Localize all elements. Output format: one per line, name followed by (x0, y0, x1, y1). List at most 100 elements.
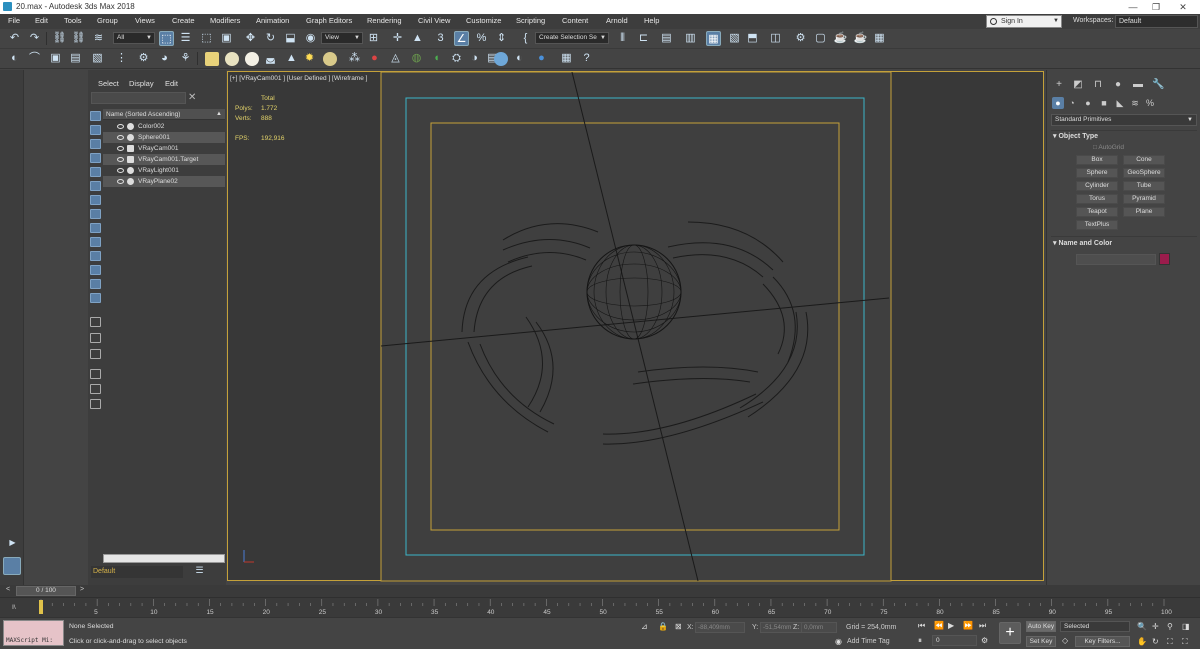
move-icon[interactable]: ✥ (243, 31, 258, 46)
vray-render-icon[interactable]: ▣ (48, 51, 63, 66)
modify-tab-icon[interactable]: ◩ (1072, 79, 1084, 91)
display-space-warps-icon[interactable] (90, 195, 101, 205)
orbit-icon[interactable]: ↻ (1152, 637, 1159, 646)
object-name-input[interactable] (1076, 254, 1156, 265)
vray-proxy-icon[interactable]: ● (367, 51, 382, 66)
minimize-button[interactable]: — (1122, 0, 1144, 14)
time-tag-icon[interactable]: ◉ (835, 637, 842, 646)
box-button[interactable]: Box (1076, 155, 1118, 165)
menu-group[interactable]: Group (97, 16, 118, 25)
viewport-layout-icon[interactable] (3, 557, 21, 575)
truck-icon[interactable]: ⛶ (1167, 637, 1173, 647)
schematic-view-icon[interactable]: ⬒ (745, 31, 760, 46)
eye-icon[interactable] (117, 124, 124, 129)
unlink-icon[interactable]: ⛓ (71, 31, 86, 46)
add-time-tag[interactable]: Add Time Tag (847, 638, 890, 645)
cameras-icon[interactable]: ■ (1098, 97, 1110, 109)
maximize-button[interactable]: ❐ (1145, 0, 1167, 14)
display-containers-icon[interactable] (90, 251, 101, 261)
vray-displacement-icon[interactable]: ◍ (409, 51, 424, 66)
scene-explorer-icon[interactable]: ▦ (706, 31, 721, 46)
vray-sun-light-icon[interactable]: ✹ (302, 51, 317, 66)
render-production-icon[interactable]: ☕ (833, 31, 848, 46)
vray-ambient-light-icon[interactable] (323, 52, 337, 66)
menu-content[interactable]: Content (562, 16, 588, 25)
window-crossing-icon[interactable]: ▣ (219, 31, 234, 46)
explorer-search-input[interactable] (91, 92, 186, 104)
layer-explorer-icon[interactable]: ▤ (659, 31, 674, 46)
go-to-end-icon[interactable]: ⏭ (979, 621, 986, 631)
display-cameras-icon[interactable] (90, 167, 101, 177)
key-options-icon[interactable]: ◇ (1062, 636, 1068, 645)
menu-rendering[interactable]: Rendering (367, 16, 402, 25)
eye-icon[interactable] (117, 135, 124, 140)
named-selection-select[interactable]: Create Selection Se ▼ (535, 32, 609, 44)
tube-button[interactable]: Tube (1123, 181, 1165, 191)
display-xrefs-icon[interactable] (90, 223, 101, 233)
display-hidden-icon[interactable] (90, 279, 101, 289)
layers-icon[interactable]: ☰ (192, 563, 207, 578)
vray-light-lister-icon[interactable]: ⚙ (136, 51, 151, 66)
previous-frame-icon[interactable]: ⏪ (934, 621, 944, 630)
sign-in-button[interactable]: Sign In ▼ (986, 15, 1062, 28)
display-shapes-icon[interactable] (90, 139, 101, 149)
vray-fur-icon[interactable]: ⁂ (347, 51, 362, 66)
vray-bitmap-icon[interactable]: ● (534, 51, 549, 66)
align-icon[interactable]: ⊏ (636, 31, 651, 46)
display-all-icon[interactable] (90, 293, 101, 303)
snaps-toggle-icon[interactable]: 3 (433, 31, 448, 46)
explorer-horizontal-scrollbar[interactable] (103, 554, 225, 563)
scale-icon[interactable]: ⬓ (283, 31, 298, 46)
menu-create[interactable]: Create (172, 16, 195, 25)
motion-tab-icon[interactable]: ● (1112, 79, 1124, 91)
workspace-select[interactable]: Default (1115, 15, 1198, 28)
display-none-icon[interactable] (90, 111, 101, 121)
z-coordinate-field[interactable]: 0,0mm (801, 622, 837, 633)
render-cloud-icon[interactable]: ▦ (872, 31, 887, 46)
track-bar[interactable]: 5 10 15 20 25 30 35 40 45 50 55 60 65 70 75 80 85 90 95 100… (0, 597, 1200, 617)
menu-modifiers[interactable]: Modifiers (210, 16, 240, 25)
display-frozen-icon[interactable] (90, 265, 101, 275)
ribbon-toggle-icon[interactable]: ▥ (683, 31, 698, 46)
render-iterative-icon[interactable]: ☕ (853, 31, 868, 46)
create-tab-icon[interactable]: + (1053, 79, 1065, 91)
undo-icon[interactable]: ↶ (7, 31, 22, 46)
select-manipulate-icon[interactable]: ✛ (390, 31, 405, 46)
textplus-button[interactable]: TextPlus (1076, 220, 1118, 230)
selection-filter-select[interactable]: All ▼ (113, 32, 155, 44)
vray-sun-icon[interactable]: ◕ (157, 51, 172, 66)
menu-scripting[interactable]: Scripting (516, 16, 545, 25)
explorer-item[interactable]: VRayCam001 (103, 143, 225, 154)
time-slider[interactable]: 0 / 100 (16, 586, 76, 596)
explorer-item[interactable]: Sphere001 (103, 132, 225, 143)
filter-icon[interactable] (90, 369, 101, 379)
rendered-frame-icon[interactable]: ▢ (813, 31, 828, 46)
cone-button[interactable]: Cone (1123, 155, 1165, 165)
layer-select[interactable]: Default (91, 566, 183, 578)
redo-icon[interactable]: ↷ (27, 31, 42, 46)
reference-coord-select[interactable]: View ▼ (321, 32, 363, 44)
camera-viewport[interactable]: [+] [VRayCam001 ] [User Defined ] [Wiref… (227, 71, 1044, 582)
display-groups-icon[interactable] (90, 209, 101, 219)
tab-display[interactable]: Display (129, 79, 154, 88)
select-invert-icon[interactable] (90, 349, 101, 359)
isolate-selection-icon[interactable]: ⊿ (641, 622, 648, 631)
material-editor-icon[interactable]: ◫ (768, 31, 783, 46)
chevron-right-icon[interactable]: > (80, 586, 84, 593)
vray-lister-icon[interactable]: ⛭ (449, 51, 464, 66)
vray-toolbar-icon[interactable]: ◐ (7, 51, 22, 66)
close-button[interactable]: ✕ (1172, 0, 1194, 14)
utilities-tab-icon[interactable]: 🔧 (1152, 79, 1164, 91)
menu-file[interactable]: File (8, 16, 20, 25)
explorer-column-header[interactable]: Name (Sorted Ascending) ▲ (103, 109, 225, 120)
select-by-name-icon[interactable]: ☰ (178, 31, 193, 46)
cylinder-button[interactable]: Cylinder (1076, 181, 1118, 191)
help-icon[interactable]: ? (579, 51, 594, 66)
selection-lock-icon[interactable]: 🔒 (658, 622, 668, 631)
object-type-rollout[interactable]: ▾ Object Type (1053, 132, 1098, 140)
plane-button[interactable]: Plane (1123, 207, 1165, 217)
vray-camera-icon[interactable]: ▧ (90, 51, 105, 66)
vray-object-properties-icon[interactable] (494, 52, 508, 66)
tab-edit[interactable]: Edit (165, 79, 178, 88)
spinner-snap-icon[interactable]: ⇕ (494, 31, 509, 46)
